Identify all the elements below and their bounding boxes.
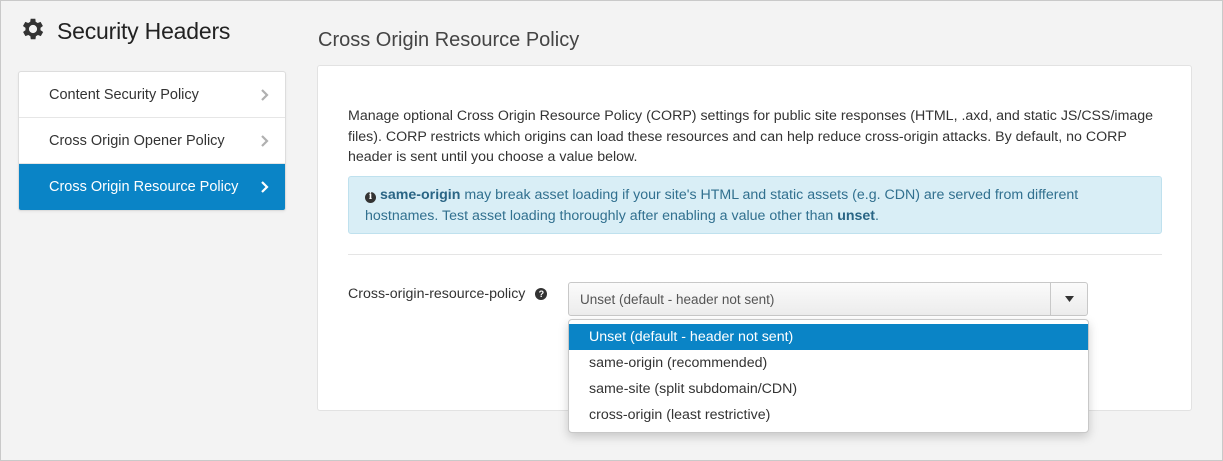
sidebar-item-cross-origin-resource-policy[interactable]: Cross Origin Resource Policy [19,164,285,210]
divider [348,254,1162,255]
dropdown-option-same-site[interactable]: same-site (split subdomain/CDN) [569,376,1088,402]
sidebar-item-label: Cross Origin Opener Policy [49,132,225,149]
sidebar-item-label: Content Security Policy [49,86,199,103]
chevron-right-icon [260,88,269,101]
caret-down-icon[interactable] [1050,283,1087,315]
info-icon: i [365,192,376,203]
alert-text: may break asset loading if your site's H… [365,187,1079,224]
alert-strong-unset: unset [837,207,876,224]
app-title: Security Headers [57,18,231,44]
sidebar-item-content-security-policy[interactable]: Content Security Policy [19,72,285,118]
alert-text-end: . [875,207,879,224]
sidebar-item-cross-origin-opener-policy[interactable]: Cross Origin Opener Policy [19,118,285,164]
dropdown-option-same-origin[interactable]: same-origin (recommended) [569,350,1088,376]
question-icon[interactable]: ? [535,288,548,300]
app-header: Security Headers [19,15,230,48]
description-text: Manage optional Cross Origin Resource Po… [348,108,1154,165]
gear-icon [19,15,47,48]
policy-dropdown-menu: Unset (default - header not sent) same-o… [568,319,1089,433]
chevron-right-icon [260,134,269,147]
page-title: Cross Origin Resource Policy [318,29,580,51]
sidebar-item-label: Cross Origin Resource Policy [49,179,239,195]
sidebar: Content Security Policy Cross Origin Ope… [18,71,286,211]
chevron-right-icon [260,181,269,193]
alert-strong-same-origin: same-origin [380,187,461,203]
info-alert: i same-origin may break asset loading if … [348,176,1162,234]
field-label-text: Cross-origin-resource-policy [348,286,526,302]
select-value: Unset (default - header not sent) [580,291,775,307]
dropdown-option-cross-origin[interactable]: cross-origin (least restrictive) [569,402,1088,428]
field-label: Cross-origin-resource-policy ? [348,286,548,302]
policy-select[interactable]: Unset (default - header not sent) [568,282,1088,316]
dropdown-option-unset[interactable]: Unset (default - header not sent) [569,324,1088,350]
